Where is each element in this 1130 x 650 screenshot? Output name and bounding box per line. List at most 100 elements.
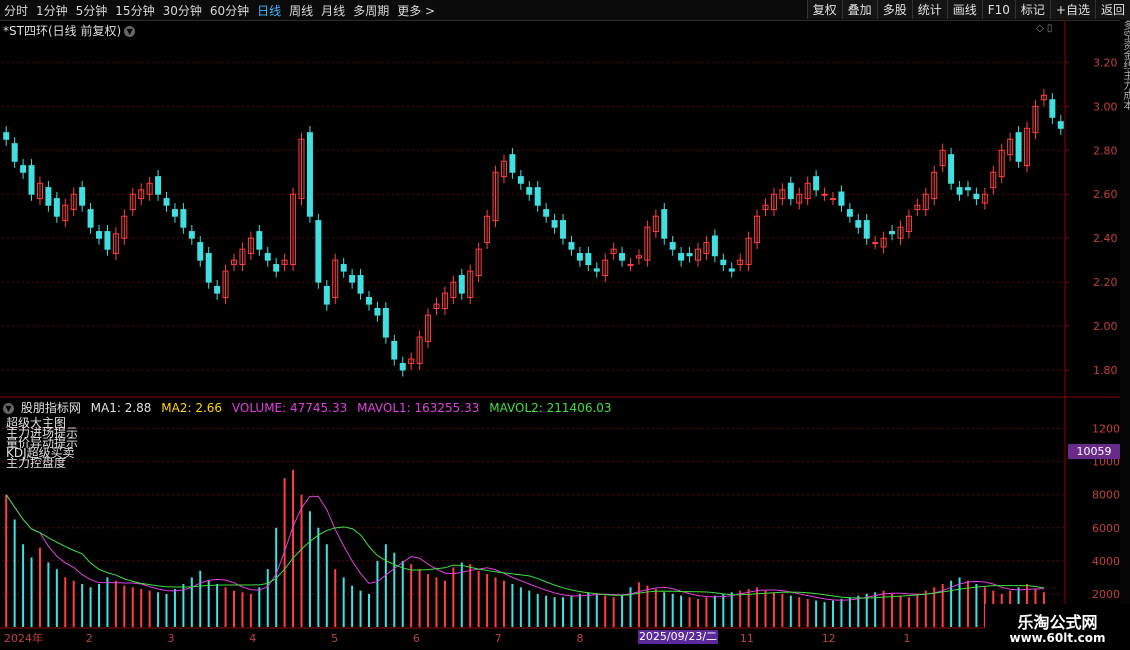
candle-body xyxy=(273,264,280,272)
candle-body xyxy=(517,176,524,184)
watermark-url: www.60lt.com xyxy=(1009,631,1106,645)
candle-body xyxy=(619,253,626,261)
candle-body xyxy=(357,275,364,294)
candle-body xyxy=(838,191,845,206)
candle-body xyxy=(155,176,162,195)
candle-body xyxy=(96,231,103,239)
time-axis-label: 2024年 xyxy=(4,631,43,645)
time-axis-label: 8 xyxy=(576,632,583,645)
candle-body xyxy=(315,220,322,283)
candle-body xyxy=(382,307,389,338)
price-tick-label: 2.20 xyxy=(1093,276,1118,289)
side-panel-strip[interactable]: 多空资金线主力成本 xyxy=(1120,20,1130,650)
candle-body xyxy=(678,253,685,261)
volume-label: VOLUME: 47745.33 xyxy=(231,401,348,415)
candle-body xyxy=(973,193,980,200)
candle-body xyxy=(323,286,330,305)
time-axis-label: 4 xyxy=(249,632,256,645)
candle-body xyxy=(163,198,170,206)
candle-body xyxy=(669,242,676,250)
watermark: 乐淘公式网 www.60lt.com xyxy=(985,604,1130,650)
candle-body xyxy=(458,275,465,294)
candle-body xyxy=(349,275,356,283)
candle-body xyxy=(787,182,794,200)
candle-body xyxy=(829,198,836,201)
time-axis-label: 2 xyxy=(86,632,93,645)
volume-tick-label: 8000 xyxy=(1092,489,1120,502)
candle-body xyxy=(256,231,263,250)
candle-body xyxy=(728,268,735,272)
candle-body xyxy=(1057,121,1064,129)
candle-body xyxy=(813,176,820,191)
candle-body xyxy=(365,297,372,305)
candle-body xyxy=(20,165,27,173)
candle-body xyxy=(53,198,60,217)
candle-body xyxy=(399,362,406,371)
candle-body xyxy=(79,187,86,206)
price-tick-label: 2.80 xyxy=(1093,144,1118,157)
candle-body xyxy=(87,209,94,228)
volume-tick-label: 6000 xyxy=(1092,522,1120,535)
highlight-date: 2025/09/23/二 xyxy=(638,630,718,644)
candle-body xyxy=(560,220,567,239)
candle-body xyxy=(846,209,853,217)
candle-body xyxy=(1015,132,1022,162)
candle-body xyxy=(543,209,550,217)
candle-body xyxy=(374,307,381,316)
candle-body xyxy=(104,231,111,250)
indicator-name[interactable]: 股朋指标网 xyxy=(21,401,81,415)
candle-body xyxy=(306,132,313,217)
indicator-header: ▼ 股朋指标网 MA1: 2.88 MA2: 2.66 VOLUME: 4774… xyxy=(3,399,618,416)
candle-body xyxy=(686,253,693,257)
chart-canvas[interactable]: 3.20 3.00 2.80 2.60 2.40 2.20 2.00 1.80 1 2000 100… xyxy=(0,0,1130,650)
candle-body xyxy=(855,220,862,228)
current-volume-badge: 10059 xyxy=(1068,444,1120,459)
candle-body xyxy=(948,154,955,184)
candle-body xyxy=(1049,99,1056,118)
candle-body xyxy=(45,187,52,206)
candle-body xyxy=(889,231,896,235)
candle-body xyxy=(264,253,271,261)
chevron-down-icon[interactable]: ▼ xyxy=(3,403,14,414)
price-tick-label: 2.60 xyxy=(1093,188,1118,201)
candle-body xyxy=(711,235,718,257)
mavol2-label: MAVOL2: 211406.03 xyxy=(489,401,612,415)
candle-body xyxy=(585,253,592,266)
candle-body xyxy=(568,242,575,250)
candle-body xyxy=(534,187,541,206)
candle-body xyxy=(872,242,879,245)
candle-body xyxy=(171,209,178,217)
candle-body xyxy=(551,220,558,228)
candle-body xyxy=(391,340,398,360)
candle-body xyxy=(593,268,600,272)
price-tick-label: 2.00 xyxy=(1093,320,1118,333)
price-tick-label: 1.80 xyxy=(1093,364,1118,377)
candle-body xyxy=(720,259,727,266)
candle-body xyxy=(509,154,516,173)
time-axis-label: 5 xyxy=(331,632,338,645)
candle-body xyxy=(28,165,35,195)
candle-body xyxy=(340,264,347,272)
candle-body xyxy=(11,143,18,162)
time-axis-label: 11 xyxy=(740,632,754,645)
time-axis-label: 3 xyxy=(168,632,175,645)
candle-body xyxy=(956,187,963,195)
candle-body xyxy=(197,242,204,261)
candle-body xyxy=(627,264,634,267)
candle-body xyxy=(188,231,195,239)
indicator-menu: 超级大主图 主力进场提示 量价异动提示 KDJ超级买卖 主力控盘度 xyxy=(6,417,78,469)
time-axis-label: 12 xyxy=(822,632,836,645)
price-tick-label: 3.00 xyxy=(1093,100,1118,113)
price-tick-label: 2.40 xyxy=(1093,232,1118,245)
candle-body xyxy=(661,209,668,239)
ma2-label: MA2: 2.66 xyxy=(161,401,223,415)
time-axis-label: 7 xyxy=(495,632,502,645)
candle-body xyxy=(214,286,221,294)
price-tick-label: 3.20 xyxy=(1093,56,1118,69)
volume-tick-label: 4000 xyxy=(1092,555,1120,568)
candle-body xyxy=(180,209,187,228)
mavol1-label: MAVOL1: 163255.33 xyxy=(357,401,480,415)
candle-body xyxy=(576,253,583,261)
candle-body xyxy=(205,253,212,283)
candle-body xyxy=(863,220,870,239)
